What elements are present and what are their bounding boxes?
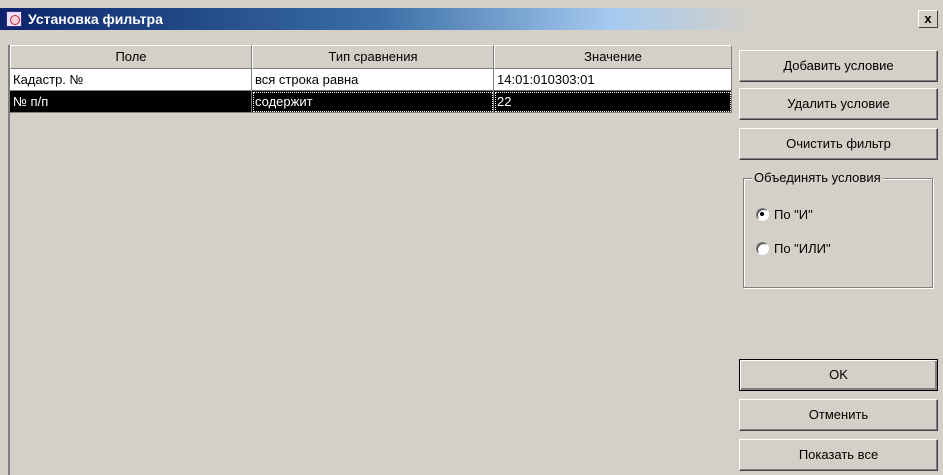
cell-value[interactable]: 14:01:010303:01	[494, 69, 732, 91]
table-row-selected[interactable]: № п/п содержит 22	[10, 91, 732, 113]
window-title: Установка фильтра	[28, 11, 163, 27]
radio-and-label[interactable]: По "И"	[774, 206, 813, 224]
cell-field[interactable]: Кадастр. №	[10, 69, 252, 91]
cell-field[interactable]: № п/п	[10, 91, 252, 113]
combine-conditions-label: Объединять условия	[752, 170, 883, 186]
conditions-grid[interactable]: Поле Тип сравнения Значение Кадастр. № в…	[8, 45, 732, 475]
cell-comparison[interactable]: вся строка равна	[252, 69, 494, 91]
title-bar[interactable]: Установка фильтра x	[0, 8, 943, 30]
column-header-comparison[interactable]: Тип сравнения	[252, 45, 494, 69]
filter-app-icon	[6, 11, 22, 27]
add-condition-button[interactable]: Добавить условие	[739, 50, 938, 82]
grid-header: Поле Тип сравнения Значение	[10, 45, 732, 69]
radio-button-checked[interactable]	[756, 208, 769, 221]
radio-or-label[interactable]: По "ИЛИ"	[774, 240, 831, 258]
table-row[interactable]: Кадастр. № вся строка равна 14:01:010303…	[10, 69, 732, 91]
cell-comparison[interactable]: содержит	[252, 91, 494, 113]
close-button[interactable]: x	[918, 10, 938, 28]
combine-conditions-group: Объединять условия По "И" По "ИЛИ"	[743, 170, 933, 288]
cell-value[interactable]: 22	[494, 91, 732, 113]
column-header-field[interactable]: Поле	[10, 45, 252, 69]
clear-filter-button[interactable]: Очистить фильтр	[739, 128, 938, 160]
show-all-button[interactable]: Показать все	[739, 439, 938, 471]
cancel-button[interactable]: Отменить	[739, 399, 938, 431]
remove-condition-button[interactable]: Удалить условие	[739, 88, 938, 120]
radio-button[interactable]	[756, 242, 769, 255]
column-header-value[interactable]: Значение	[494, 45, 732, 69]
ok-button[interactable]: OK	[739, 359, 938, 391]
